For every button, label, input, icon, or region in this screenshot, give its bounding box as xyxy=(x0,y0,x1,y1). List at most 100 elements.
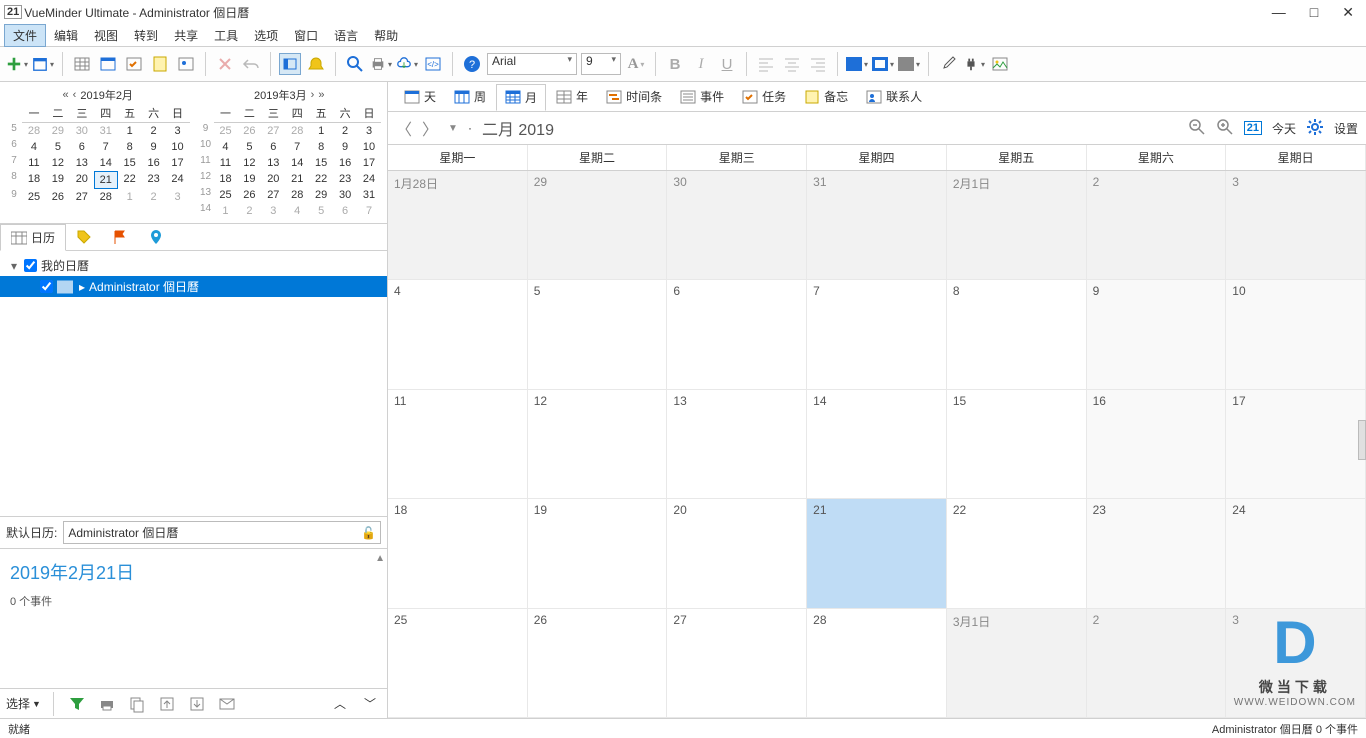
calendar-cell[interactable]: 20 xyxy=(667,499,807,608)
maximize-button[interactable]: □ xyxy=(1310,4,1318,21)
mini-day[interactable]: 6 xyxy=(333,203,357,219)
calendar-cell[interactable]: 5 xyxy=(528,280,668,389)
mini-day[interactable]: 20 xyxy=(261,171,285,187)
mini-day[interactable]: 31 xyxy=(94,123,118,139)
print-list-icon[interactable] xyxy=(96,693,118,715)
calendar-cell[interactable]: 22 xyxy=(947,499,1087,608)
mini-day[interactable]: 28 xyxy=(285,123,309,139)
calendar-cell[interactable]: 2月1日 xyxy=(947,171,1087,280)
child-checkbox[interactable] xyxy=(40,280,53,293)
mini-day[interactable]: 16 xyxy=(333,155,357,171)
menu-3[interactable]: 转到 xyxy=(126,25,166,46)
zoom-in-icon[interactable] xyxy=(1216,118,1234,139)
tab-day[interactable]: 天 xyxy=(396,84,444,109)
copy-icon[interactable] xyxy=(126,693,148,715)
mini-day[interactable]: 23 xyxy=(333,171,357,187)
menu-1[interactable]: 编辑 xyxy=(46,25,86,46)
tab-calendars[interactable]: 日历 xyxy=(0,224,66,251)
mini-day[interactable]: 7 xyxy=(357,203,381,219)
mini-day[interactable]: 24 xyxy=(166,171,190,189)
menu-7[interactable]: 窗口 xyxy=(286,25,326,46)
mini-day[interactable]: 22 xyxy=(309,171,333,187)
mini-day[interactable]: 3 xyxy=(166,189,190,205)
calendar-cell[interactable]: 8 xyxy=(947,280,1087,389)
mini-calendar-mar[interactable]: 2019年3月›» 一二三四五六日92526272812310456789101… xyxy=(198,86,382,219)
next-month-icon[interactable]: › xyxy=(311,89,315,101)
mini-day[interactable]: 31 xyxy=(357,187,381,203)
bold-button[interactable]: B xyxy=(664,53,686,75)
side-handle[interactable] xyxy=(1358,420,1366,460)
mini-day[interactable]: 6 xyxy=(70,139,94,155)
contact-tool-icon[interactable] xyxy=(175,53,197,75)
mini-day[interactable]: 7 xyxy=(285,139,309,155)
search-icon[interactable] xyxy=(344,53,366,75)
select-dropdown[interactable]: 选择 ▼ xyxy=(6,695,41,712)
mini-day[interactable]: 27 xyxy=(70,189,94,205)
calendar-cell[interactable]: 24 xyxy=(1226,499,1366,608)
mini-day[interactable]: 8 xyxy=(118,139,142,155)
mini-day[interactable]: 25 xyxy=(214,123,238,139)
mini-day[interactable]: 26 xyxy=(237,123,261,139)
mini-day[interactable]: 29 xyxy=(309,187,333,203)
calendar-cell[interactable]: 18 xyxy=(388,499,528,608)
calendar-cell[interactable]: 4 xyxy=(388,280,528,389)
calendar-cell[interactable]: 25 xyxy=(388,609,528,718)
mini-day[interactable]: 21 xyxy=(285,171,309,187)
mini-day[interactable]: 1 xyxy=(309,123,333,139)
underline-button[interactable]: U xyxy=(716,53,738,75)
mail-icon[interactable] xyxy=(216,693,238,715)
tree-root-my-calendars[interactable]: ▾我的日曆 xyxy=(0,255,387,276)
tab-locations[interactable] xyxy=(138,225,174,249)
new-button[interactable] xyxy=(6,53,28,75)
prev-month-button[interactable]: 〈 xyxy=(396,116,412,140)
calendar-cell[interactable]: 23 xyxy=(1087,499,1227,608)
mini-day[interactable]: 4 xyxy=(22,139,46,155)
mini-day[interactable]: 19 xyxy=(46,171,70,189)
mini-day[interactable]: 6 xyxy=(261,139,285,155)
mini-day[interactable]: 11 xyxy=(214,155,238,171)
calendar-cell[interactable]: 21 xyxy=(807,499,947,608)
calendar-cell[interactable]: 3 xyxy=(1226,171,1366,280)
mini-day[interactable]: 23 xyxy=(142,171,166,189)
mini-day[interactable]: 2 xyxy=(237,203,261,219)
tab-week[interactable]: 周 xyxy=(446,84,494,109)
mini-day[interactable]: 10 xyxy=(357,139,381,155)
italic-button[interactable]: I xyxy=(690,53,712,75)
cloud-sync-icon[interactable] xyxy=(396,53,418,75)
tab-note[interactable]: 备忘 xyxy=(796,84,856,109)
calendar-cell[interactable]: 30 xyxy=(667,171,807,280)
menu-9[interactable]: 帮助 xyxy=(366,25,406,46)
mini-day[interactable]: 14 xyxy=(285,155,309,171)
detail-scroll-up[interactable]: ▲ xyxy=(375,553,385,564)
mini-day[interactable]: 28 xyxy=(22,123,46,139)
zoom-out-icon[interactable] xyxy=(1188,118,1206,139)
menu-2[interactable]: 视图 xyxy=(86,25,126,46)
mini-day[interactable]: 16 xyxy=(142,155,166,171)
mini-day[interactable]: 12 xyxy=(237,155,261,171)
mini-day[interactable]: 1 xyxy=(118,189,142,205)
mini-day[interactable]: 20 xyxy=(70,171,94,189)
root-checkbox[interactable] xyxy=(24,259,37,272)
menu-8[interactable]: 语言 xyxy=(326,25,366,46)
mini-day[interactable]: 28 xyxy=(94,189,118,205)
mini-day[interactable]: 13 xyxy=(70,155,94,171)
default-calendar-field[interactable]: Administrator 個日曆🔓 xyxy=(63,521,381,544)
today-button[interactable]: 今天 xyxy=(1272,120,1296,137)
mini-day[interactable]: 12 xyxy=(46,155,70,171)
mini-day[interactable]: 25 xyxy=(214,187,238,203)
minimize-button[interactable]: — xyxy=(1272,4,1286,21)
tab-task[interactable]: 任务 xyxy=(734,84,794,109)
calendar-cell[interactable]: 6 xyxy=(667,280,807,389)
collapse-up-icon[interactable]: ︿ xyxy=(329,693,351,715)
mini-day[interactable]: 26 xyxy=(46,189,70,205)
calendar-cell[interactable]: 17 xyxy=(1226,390,1366,499)
mini-day[interactable]: 4 xyxy=(285,203,309,219)
tab-month[interactable]: 月 xyxy=(496,84,546,111)
mini-day[interactable]: 25 xyxy=(22,189,46,205)
filter-icon[interactable] xyxy=(66,693,88,715)
help-icon[interactable]: ? xyxy=(461,53,483,75)
menu-5[interactable]: 工具 xyxy=(206,25,246,46)
font-size-select[interactable]: 9 xyxy=(581,53,621,75)
mini-day[interactable]: 24 xyxy=(357,171,381,187)
prev-year-icon[interactable]: « xyxy=(63,89,69,101)
